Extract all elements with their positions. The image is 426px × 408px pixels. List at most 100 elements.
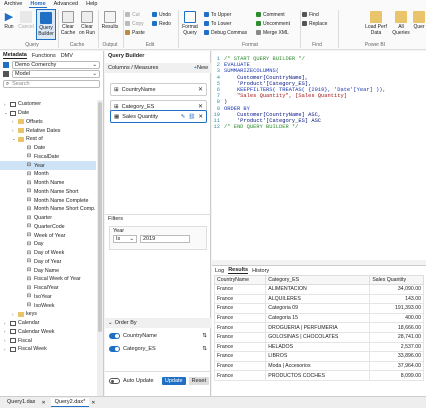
table-row[interactable]: France ALIMENTACION 34,090.00 bbox=[213, 284, 424, 295]
table-row[interactable]: France Categoria 09 191,393.00 bbox=[213, 303, 424, 314]
tree-item[interactable]: ⊡ Month Name bbox=[0, 179, 96, 188]
uncomment-button[interactable]: Uncomment bbox=[256, 20, 290, 27]
column-header[interactable]: Sales Quantity bbox=[369, 275, 424, 285]
to-lower-button[interactable]: To Lower bbox=[204, 20, 231, 27]
model-perspective-dropdown[interactable]: Model ⌄ bbox=[12, 70, 100, 78]
tree-item[interactable]: ⊡ Month Name Short bbox=[0, 188, 96, 197]
tree-item[interactable]: › Calendar Week bbox=[0, 328, 96, 337]
tree-item[interactable]: › Relative Dates bbox=[0, 126, 96, 135]
chevron-icon[interactable]: ⌄ bbox=[4, 110, 8, 116]
close-icon[interactable]: ✕ bbox=[198, 86, 203, 93]
column-header[interactable]: Category_ES bbox=[265, 275, 371, 285]
chevron-icon[interactable]: › bbox=[4, 347, 8, 352]
tree-item[interactable]: ⊡ Date bbox=[0, 144, 96, 153]
tree-item[interactable]: ⊡ Day of Year bbox=[0, 258, 96, 267]
orderby-item[interactable]: Category_ES ⇅ bbox=[109, 344, 207, 354]
tree-item[interactable]: › Fiscal bbox=[0, 336, 96, 345]
table-row[interactable]: France ALQUILERES 143.00 bbox=[213, 293, 424, 305]
document-tab[interactable]: Query2.dax* bbox=[50, 398, 90, 407]
toggle-switch[interactable] bbox=[109, 333, 120, 339]
chevron-icon[interactable]: › bbox=[4, 321, 8, 326]
cancel-button[interactable]: Cancel bbox=[18, 11, 34, 30]
table-row[interactable]: France PRODUCTOS COCHES 8,099.00 bbox=[213, 370, 424, 381]
clear-on-run-button[interactable]: Clear on Run bbox=[78, 11, 96, 36]
sort-asc-icon[interactable]: ⇅ bbox=[202, 333, 207, 339]
tree-item[interactable]: › Customer bbox=[0, 100, 96, 109]
tree-item[interactable]: ⊡ Month bbox=[0, 170, 96, 179]
chevron-icon[interactable]: › bbox=[4, 329, 8, 334]
tree-item[interactable]: › Fiscal Week bbox=[0, 345, 96, 354]
tree-item[interactable]: ⊡ Day bbox=[0, 240, 96, 249]
filter-value-input[interactable]: 2019 bbox=[140, 235, 190, 243]
close-icon[interactable]: ✕ bbox=[198, 103, 203, 110]
measure-item[interactable]: ▦ Sales Quantity ✎ ⛓ ✕ bbox=[110, 110, 207, 123]
link-icon[interactable]: ⛓ bbox=[188, 114, 195, 120]
cut-button[interactable]: Cut bbox=[125, 11, 140, 18]
tree-item[interactable]: ⊡ IsoYear bbox=[0, 293, 96, 302]
tree-item[interactable]: ⊡ Month Name Complete bbox=[0, 196, 96, 205]
close-icon[interactable]: ✕ bbox=[41, 400, 45, 406]
document-tab[interactable]: Query1.dax bbox=[3, 398, 39, 407]
results-tab[interactable]: Log bbox=[215, 268, 224, 274]
tree-item[interactable]: ⊡ FiscalDate bbox=[0, 153, 96, 162]
tree-item[interactable]: ⊡ IsoWeek bbox=[0, 301, 96, 310]
all-queries-button[interactable]: All Queries bbox=[392, 11, 410, 36]
left-tab[interactable]: DMV bbox=[61, 53, 73, 59]
results-tab[interactable]: History bbox=[252, 268, 269, 274]
tree-item[interactable]: ⌄ Date bbox=[0, 109, 96, 118]
scrollbar-thumb[interactable] bbox=[98, 102, 102, 332]
tree-item[interactable]: › Calendar bbox=[0, 319, 96, 328]
search-input[interactable]: ⌕ Search bbox=[3, 80, 100, 88]
tree-item[interactable]: ⊡ Fiscal Week of Year bbox=[0, 275, 96, 284]
model-dropdown[interactable]: Demo Comerchy ⌄ bbox=[12, 61, 100, 69]
table-row[interactable]: France LIBROS 33,896.00 bbox=[213, 351, 424, 362]
tree-item[interactable]: › keys bbox=[0, 310, 96, 319]
edit-icon[interactable]: ✎ bbox=[181, 114, 186, 120]
chevron-icon[interactable]: › bbox=[4, 102, 8, 107]
chevron-icon[interactable]: › bbox=[12, 128, 16, 133]
close-icon[interactable]: ✕ bbox=[198, 114, 203, 120]
column-header[interactable]: CountryName bbox=[213, 275, 267, 285]
chevron-icon[interactable]: ⌄ bbox=[12, 136, 16, 142]
reset-button[interactable]: Reset bbox=[188, 377, 209, 385]
paste-button[interactable]: Paste bbox=[125, 29, 145, 36]
results-tab[interactable]: Results bbox=[228, 267, 249, 274]
query-builder-tab[interactable]: Query Builder bbox=[105, 51, 210, 60]
chevron-icon[interactable]: › bbox=[12, 119, 16, 124]
table-row[interactable]: France HELADOS 2,537.00 bbox=[213, 341, 424, 353]
tree-item[interactable]: ⊡ Day of Week bbox=[0, 249, 96, 258]
auto-update-toggle[interactable] bbox=[109, 378, 120, 384]
menu-item[interactable]: Home bbox=[29, 0, 47, 8]
replace-button[interactable]: Replace bbox=[302, 20, 327, 27]
orderby-item[interactable]: CountryName ⇅ bbox=[109, 331, 207, 341]
filter-item[interactable]: Year Is ⌄ 2019 bbox=[109, 226, 207, 250]
new-button[interactable]: +New bbox=[194, 65, 208, 71]
copy-button[interactable]: Copy bbox=[125, 20, 144, 27]
tree-item[interactable]: ⊡ Day Name bbox=[0, 266, 96, 275]
load-perf-data-button[interactable]: Load Perf Data bbox=[364, 11, 388, 36]
tree-scrollbar[interactable] bbox=[97, 100, 103, 396]
tree-item[interactable]: ⊡ QuarterCode bbox=[0, 223, 96, 232]
tree-item[interactable]: ⊡ Quarter bbox=[0, 214, 96, 223]
orderby-header[interactable]: ⌄ Order By bbox=[105, 318, 211, 328]
code-editor[interactable]: 1/* START QUERY BUILDER */2 EVALUATE 3 SUMM… bbox=[212, 51, 426, 260]
undo-button[interactable]: Undo bbox=[152, 11, 171, 18]
clear-cache-button[interactable]: Clear Cache bbox=[60, 11, 76, 36]
to-upper-button[interactable]: To Upper bbox=[204, 11, 231, 18]
run-button[interactable]: ▶ Run bbox=[2, 11, 16, 30]
sort-asc-icon[interactable]: ⇅ bbox=[202, 346, 207, 352]
chevron-icon[interactable]: › bbox=[12, 312, 16, 317]
merge-xml-button[interactable]: Merge XML bbox=[256, 29, 289, 36]
menu-item[interactable]: Help bbox=[85, 0, 98, 8]
query-button[interactable]: Quer bbox=[412, 11, 426, 30]
tree-item[interactable]: ⊡ Month Name Short Comp... bbox=[0, 205, 96, 214]
toggle-switch[interactable] bbox=[109, 346, 120, 352]
comment-button[interactable]: Comment bbox=[256, 11, 285, 18]
debug-commas-button[interactable]: Debug Commas bbox=[204, 29, 247, 36]
tree-item[interactable]: ⊡ Week of Year bbox=[0, 231, 96, 240]
left-tab[interactable]: Metadata bbox=[3, 52, 27, 59]
left-tab[interactable]: Functions bbox=[32, 53, 56, 59]
results-button[interactable]: Results bbox=[100, 11, 120, 30]
tree-item[interactable]: ⊡ Year bbox=[0, 161, 96, 170]
menu-item[interactable]: Archive bbox=[3, 0, 23, 8]
